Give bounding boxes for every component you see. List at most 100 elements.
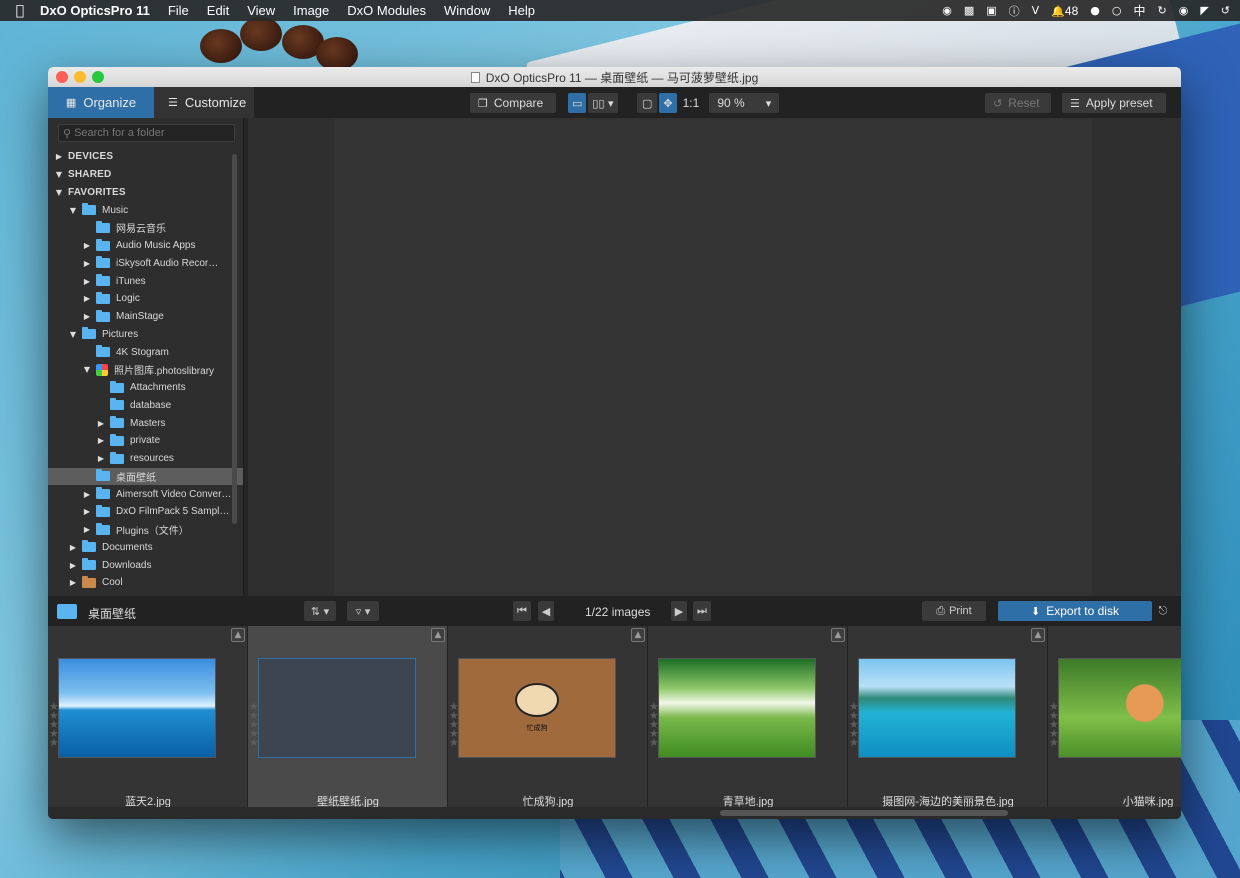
previous-image-button[interactable]: ◀ (538, 601, 554, 621)
disclosure-expanded-icon[interactable]: ▼ (68, 330, 78, 339)
folder-item[interactable]: ▶ Masters (48, 414, 243, 432)
sidebar-section[interactable]: ▼ FAVORITES (48, 184, 243, 202)
tab-customize[interactable]: ☰ Customize (154, 87, 254, 118)
wifi-icon[interactable]: ◤ (1200, 4, 1208, 17)
app-menu[interactable]: DxO OpticsPro 11 (40, 3, 150, 18)
disclosure-collapsed-icon[interactable]: ▶ (82, 241, 92, 250)
evernote-icon[interactable]: ◉ (942, 4, 952, 17)
sound-icon[interactable]: ● (1090, 4, 1100, 17)
folder-item[interactable]: ▶ Cool (48, 574, 243, 592)
filmstrip-thumbnail[interactable]: ▲ ★ ★ ★ ★ ★ 摄图网-海边的美丽景色.jpg (848, 626, 1048, 808)
sidebar-section[interactable]: ▼ SHARED (48, 166, 243, 184)
menu-help[interactable]: Help (508, 3, 535, 18)
folder-item[interactable]: ▶ Documents (48, 539, 243, 557)
folder-item[interactable]: ▶ private (48, 432, 243, 450)
last-image-button[interactable]: ⏭ (693, 601, 711, 621)
menu-view[interactable]: View (247, 3, 275, 18)
apply-preset-button[interactable]: ☰ Apply preset (1062, 93, 1166, 113)
folder-item[interactable]: ▶ resources (48, 450, 243, 468)
disclosure-collapsed-icon[interactable]: ▶ (82, 277, 92, 286)
export-to-disk-button[interactable]: ⬇ Export to disk (998, 601, 1152, 621)
folder-item[interactable]: ▶ Audio Music Apps (48, 237, 243, 255)
vpn-icon[interactable]: V (1032, 4, 1040, 17)
disclosure-expanded-icon[interactable]: ▼ (54, 188, 64, 197)
apple-menu-icon[interactable]:  (0, 3, 40, 19)
folder-item[interactable]: 4K Stogram (48, 343, 243, 361)
image-canvas[interactable] (334, 118, 1092, 596)
folder-search-input[interactable] (74, 127, 225, 139)
folder-item[interactable]: ▶ MainStage (48, 308, 243, 326)
folder-item[interactable]: ▶ DxO FilmPack 5 Sampl… (48, 503, 243, 521)
title-bar[interactable]: DxO OpticsPro 11 — 桌面壁纸 — 马可菠萝壁纸.jpg (48, 67, 1181, 87)
filmstrip-thumbnail[interactable]: ▲★★★★★小猫咪.jpg (1048, 626, 1181, 808)
disclosure-collapsed-icon[interactable]: ▶ (68, 561, 78, 570)
time-machine-icon[interactable]: ↺ (1221, 4, 1230, 17)
disclosure-collapsed-icon[interactable]: ▶ (68, 578, 78, 587)
compare-button[interactable]: ❐ Compare (470, 93, 556, 113)
folder-item[interactable]: 网易云音乐 (48, 219, 243, 237)
next-image-button[interactable]: ▶ (671, 601, 687, 621)
single-view-button[interactable]: ▭ (568, 93, 587, 113)
disclosure-expanded-icon[interactable]: ▼ (54, 170, 64, 179)
share-button[interactable]: ⎋ (1154, 601, 1172, 621)
folder-item[interactable]: ▼ Pictures (48, 326, 243, 344)
folder-item[interactable]: ▶ Downloads (48, 556, 243, 574)
filter-button[interactable]: ▿ ▾ (347, 601, 379, 621)
one-to-one-button[interactable]: 1:1 (679, 93, 704, 113)
menu-dxo-modules[interactable]: DxO Modules (347, 3, 426, 18)
disclosure-collapsed-icon[interactable]: ▶ (96, 436, 106, 445)
menu-file[interactable]: File (168, 3, 189, 18)
folder-item[interactable]: 桌面壁纸 (48, 467, 243, 486)
reset-button[interactable]: ↺ Reset (985, 93, 1051, 113)
folder-item[interactable]: Attachments (48, 379, 243, 397)
filmstrip-thumbnail[interactable]: ▲ ★ ★ ★ ★ ★ 壁纸壁纸.jpg (248, 626, 448, 808)
disclosure-expanded-icon[interactable]: ▼ (82, 365, 92, 374)
disclosure-collapsed-icon[interactable]: ▶ (96, 454, 106, 463)
disclosure-collapsed-icon[interactable]: ▶ (96, 419, 106, 428)
folder-item[interactable]: database (48, 397, 243, 415)
disclosure-collapsed-icon[interactable]: ▶ (68, 543, 78, 552)
wechat-icon[interactable]: ◉ (1179, 4, 1189, 17)
folder-item[interactable]: ▼ Music (48, 201, 243, 219)
disclosure-expanded-icon[interactable]: ▼ (68, 206, 78, 215)
disclosure-collapsed-icon[interactable]: ▶ (82, 312, 92, 321)
disclosure-collapsed-icon[interactable]: ▶ (82, 525, 92, 534)
disclosure-collapsed-icon[interactable]: ▶ (54, 152, 64, 161)
notification-status[interactable]: 🔔48 (1051, 4, 1078, 18)
disclosure-collapsed-icon[interactable]: ▶ (82, 294, 92, 303)
filmstrip-thumbnail[interactable]: ▲ ★ ★ ★ ★ ★ 青草地.jpg (648, 626, 848, 808)
messages-icon[interactable]: ○ (1112, 4, 1122, 17)
disclosure-collapsed-icon[interactable]: ▶ (82, 490, 92, 499)
menu-edit[interactable]: Edit (207, 3, 229, 18)
image-viewer[interactable] (248, 118, 1181, 596)
zoom-button[interactable] (92, 71, 104, 83)
zoom-select[interactable]: 90 % ▾ (709, 93, 780, 113)
folder-item[interactable]: ▼ 照片图库.photoslibrary (48, 361, 243, 379)
sync-icon[interactable]: ↻ (1157, 4, 1166, 17)
move-button[interactable]: ✥ (659, 93, 677, 113)
folder-item[interactable]: ▶ Plugins（文件） (48, 521, 243, 539)
filmstrip-thumbnail[interactable]: ▲ ★ ★ ★ ★ ★ 忙成狗 忙成狗.jpg (448, 626, 648, 808)
menu-window[interactable]: Window (444, 3, 490, 18)
sidebar-section[interactable]: ▶ DEVICES (48, 148, 243, 166)
folder-item[interactable]: ▶ Aimersoft Video Conver… (48, 485, 243, 503)
print-button[interactable]: ⎙ Print (922, 601, 986, 621)
first-image-button[interactable]: ⏮ (513, 601, 531, 621)
close-button[interactable] (56, 71, 68, 83)
folder-item[interactable]: ▶ iTunes (48, 272, 243, 290)
display-icon[interactable]: ▩ (964, 4, 974, 17)
sidebar-scrollbar[interactable] (232, 154, 237, 524)
folder-item[interactable]: ▶ Logic (48, 290, 243, 308)
tab-organize[interactable]: ▦ Organize (48, 87, 154, 118)
filmstrip-scroll-handle[interactable] (720, 810, 1008, 816)
disclosure-collapsed-icon[interactable]: ▶ (82, 259, 92, 268)
info-icon[interactable]: ⓘ (1009, 3, 1020, 19)
finder-icon[interactable]: ▣ (986, 4, 996, 17)
minimize-button[interactable] (74, 71, 86, 83)
menu-image[interactable]: Image (293, 3, 329, 18)
folder-item[interactable]: ▶ iSkysoft Audio Recor… (48, 255, 243, 273)
split-view-button[interactable]: ▯▯ ▾ (588, 93, 618, 113)
filmstrip-thumbnail[interactable]: ▲ ★ ★ ★ ★ ★ 蓝天2.jpg (48, 626, 248, 808)
input-method[interactable]: 中 (1133, 2, 1145, 19)
disclosure-collapsed-icon[interactable]: ▶ (82, 507, 92, 516)
